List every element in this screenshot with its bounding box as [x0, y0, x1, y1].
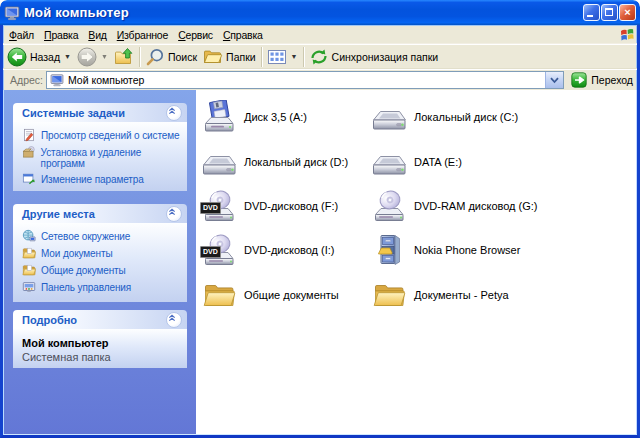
drive-label: Локальный диск (D:)	[244, 156, 348, 168]
folder-icon	[202, 278, 236, 312]
add-remove-programs-icon	[22, 145, 36, 159]
drive-item[interactable]: Локальный диск (D:)	[202, 139, 372, 183]
menu-справка[interactable]: Справка	[218, 26, 268, 43]
task-link[interactable]: Панель управления	[22, 280, 184, 294]
shared-documents-icon	[22, 263, 36, 277]
dvd-ram-drive-icon	[372, 189, 406, 223]
drive-item[interactable]: DATA (E:)	[372, 139, 542, 183]
drive-item[interactable]: Nokia Phone Browser	[372, 228, 542, 272]
maximize-button[interactable]	[601, 4, 618, 21]
drive-item[interactable]: Документы - Petya	[372, 273, 542, 317]
menu-избранное[interactable]: Избранное	[112, 26, 173, 43]
task-link[interactable]: Сетевое окружение	[22, 229, 184, 243]
search-icon	[145, 47, 165, 67]
dvd-badge: DVD	[200, 202, 221, 214]
task-link[interactable]: Установка и удаление программ	[22, 145, 184, 169]
menu-файл[interactable]: Файл	[4, 26, 39, 43]
change-setting-icon	[22, 172, 36, 186]
drive-item[interactable]: Общие документы	[202, 273, 372, 317]
sync-folder-button[interactable]: Синхронизация папки	[306, 45, 442, 68]
my-documents-icon	[22, 246, 36, 260]
toolbar-separator	[139, 47, 140, 67]
toolbar-separator	[261, 47, 262, 67]
hard-drive-icon	[372, 145, 406, 179]
collapse-chevron-icon[interactable]	[166, 206, 182, 222]
menu-bar: ФайлПравкаВидИзбранноеСервисСправка	[3, 25, 637, 44]
up-button[interactable]	[111, 45, 137, 68]
drive-label: DVD-дисковод (F:)	[244, 200, 338, 212]
drive-label: Локальный диск (C:)	[414, 111, 518, 123]
task-link[interactable]: Мои документы	[22, 246, 184, 260]
drive-item[interactable]: DVD DVD-дисковод (I:)	[202, 228, 372, 272]
details-type: Системная папка	[22, 351, 184, 363]
address-value: Мой компьютер	[68, 74, 144, 86]
drive-item[interactable]: DVD DVD-дисковод (F:)	[202, 184, 372, 228]
floppy-drive-icon	[202, 100, 236, 134]
system-info-icon	[22, 128, 36, 142]
task-pane: Системные задачи Просмотр сведений о сис…	[4, 90, 196, 434]
my-computer-icon	[50, 73, 64, 87]
folders-button[interactable]: Папки	[200, 45, 259, 68]
back-button[interactable]: Назад▼	[4, 45, 74, 68]
search-button[interactable]: Поиск	[142, 45, 200, 68]
forward-icon	[77, 47, 97, 67]
drive-item[interactable]: Локальный диск (C:)	[372, 95, 542, 139]
menu-вид[interactable]: Вид	[83, 26, 111, 43]
drive-label: DVD-дисковод (I:)	[244, 244, 335, 256]
my-computer-icon	[4, 5, 20, 21]
drive-label: Nokia Phone Browser	[414, 244, 520, 256]
title-bar: Мой компьютер ×	[0, 0, 640, 25]
panel-system-tasks: Системные задачи Просмотр сведений о сис…	[13, 103, 187, 191]
window-frame: ФайлПравкаВидИзбранноеСервисСправка Наза…	[0, 25, 640, 438]
task-link[interactable]: Изменение параметра	[22, 172, 184, 186]
address-field[interactable]: Мой компьютер	[46, 71, 564, 89]
drive-label: Общие документы	[244, 289, 339, 301]
go-icon	[571, 72, 587, 88]
folder-view: Диск 3,5 (A:) Локальный диск (C:) Локальны…	[196, 90, 637, 434]
details-name: Мой компьютер	[22, 337, 184, 349]
menu-сервис[interactable]: Сервис	[173, 26, 218, 43]
forward-button[interactable]: ▼	[74, 45, 111, 68]
close-button[interactable]: ×	[619, 4, 636, 21]
panel-details-header[interactable]: Подробно	[13, 310, 187, 329]
drive-item[interactable]: Диск 3,5 (A:)	[202, 95, 372, 139]
toolbar: Назад▼ ▼ Поиск Папки ▼	[3, 44, 637, 69]
window: Мой компьютер × ФайлПравкаВидИзбранноеСе…	[0, 0, 640, 438]
panel-details: Подробно Мой компьютер Системная папка	[13, 310, 187, 368]
views-icon	[267, 47, 287, 67]
toolbar-separator	[303, 47, 304, 67]
address-label: Адрес:	[10, 74, 43, 86]
hard-drive-icon	[202, 145, 236, 179]
up-icon	[114, 47, 134, 67]
collapse-chevron-icon[interactable]	[166, 105, 182, 121]
drive-label: DATA (E:)	[414, 156, 462, 168]
drive-label: DVD-RAM дисковод (G:)	[414, 200, 538, 212]
address-dropdown-button[interactable]	[545, 72, 563, 88]
drive-label: Документы - Petya	[414, 289, 509, 301]
folders-icon	[203, 47, 223, 67]
collapse-chevron-icon[interactable]	[166, 312, 182, 328]
control-panel-icon	[22, 280, 36, 294]
panel-system-tasks-header[interactable]: Системные задачи	[13, 103, 187, 122]
task-link[interactable]: Общие документы	[22, 263, 184, 277]
nokia-phone-browser-icon	[372, 233, 406, 267]
minimize-button[interactable]	[583, 4, 600, 21]
task-link[interactable]: Просмотр сведений о системе	[22, 128, 184, 142]
panel-other-places: Другие места Сетевое окружение Мои докуме…	[13, 204, 187, 302]
panel-other-places-header[interactable]: Другие места	[13, 204, 187, 223]
dvd-badge: DVD	[200, 246, 221, 258]
folder-icon	[372, 278, 406, 312]
network-icon	[22, 229, 36, 243]
drive-item[interactable]: DVD-RAM дисковод (G:)	[372, 184, 542, 228]
back-icon	[7, 47, 27, 67]
menu-правка[interactable]: Правка	[39, 26, 83, 43]
hard-drive-icon	[372, 100, 406, 134]
address-bar: Адрес: Мой компьютер Переход	[3, 69, 637, 90]
windows-logo-icon	[618, 26, 636, 43]
drive-label: Диск 3,5 (A:)	[244, 111, 307, 123]
sync-icon	[309, 47, 329, 67]
go-button[interactable]: Переход	[571, 72, 633, 88]
views-button[interactable]: ▼	[264, 45, 301, 68]
window-title: Мой компьютер	[24, 5, 129, 20]
